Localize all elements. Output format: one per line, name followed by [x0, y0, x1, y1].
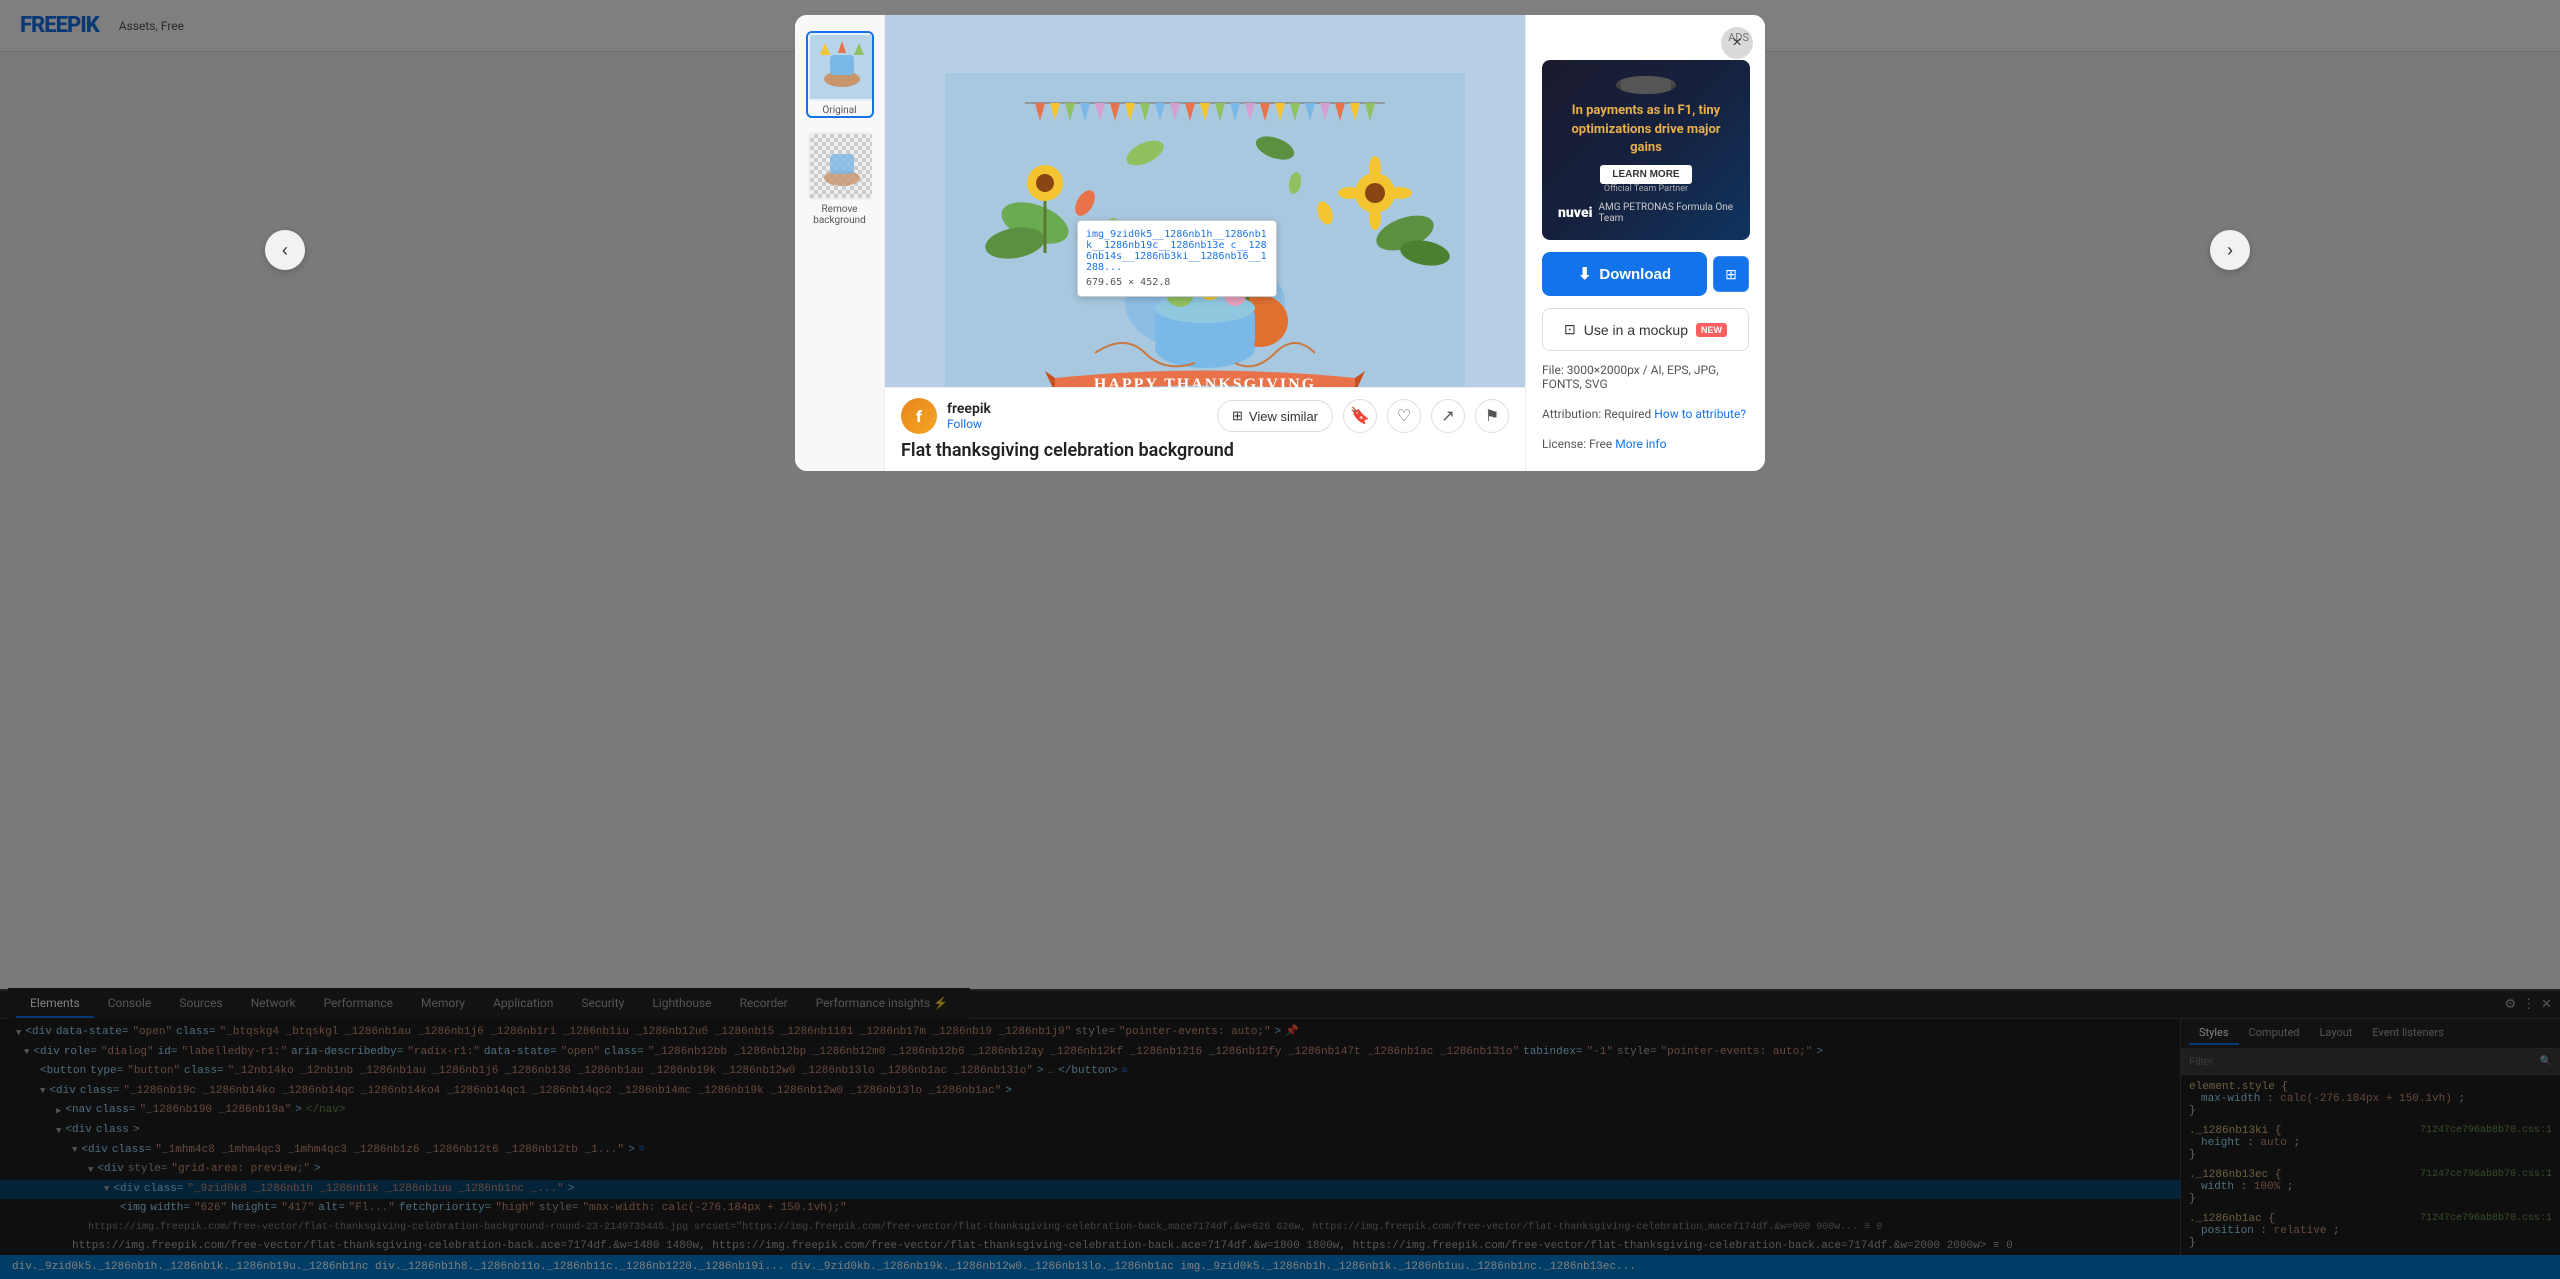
new-badge: NEW [1696, 323, 1727, 337]
download-icon: ⬇ [1578, 264, 1591, 284]
author-row: f freepik Follow ⊞ View similar 🔖 ♡ [901, 398, 1509, 434]
bottom-info-bar: f freepik Follow ⊞ View similar 🔖 ♡ [885, 387, 1525, 471]
tooltip-dimensions: 679.65 × 452.8 [1086, 277, 1268, 288]
thumbnail-remove-bg[interactable]: Remove background [806, 130, 874, 228]
next-arrow[interactable]: › [2210, 230, 2250, 270]
author-info: freepik Follow [947, 401, 991, 431]
download-label: Download [1599, 266, 1671, 283]
thumbnail-original-label: Original [808, 105, 872, 116]
ad-brand2: AMG PETRONAS Formula One Team [1598, 202, 1734, 224]
mockup-icon: ⊡ [1564, 321, 1576, 338]
mockup-button[interactable]: ⊡ Use in a mockup NEW [1542, 308, 1749, 351]
heart-icon: ♡ [1397, 406, 1411, 426]
license-link[interactable]: More info [1615, 437, 1666, 451]
author-name: freepik [947, 401, 991, 417]
heart-button[interactable]: ♡ [1387, 399, 1421, 433]
share-button[interactable]: ↗ [1431, 399, 1465, 433]
ads-label: ADS [1542, 31, 1749, 44]
modal-overlay: ‹ × [0, 0, 2560, 1279]
thumbnail-remove-bg-label: Remove background [808, 204, 872, 226]
image-title: Flat thanksgiving celebration background [901, 440, 1509, 461]
right-panel: ADS In payments as in F1, tiny optimizat… [1525, 15, 1765, 471]
tooltip-class: img_9zid0k5__1286nb1h__1286nb1k__1286nb1… [1086, 229, 1268, 273]
ad-logo-row: nuvei AMG PETRONAS Formula One Team [1558, 202, 1734, 224]
ad-headline: In payments as in F1, tiny optimizations… [1558, 102, 1734, 157]
view-similar-label: View similar [1249, 409, 1318, 424]
flag-icon: ⚑ [1485, 406, 1499, 426]
download-button[interactable]: ⬇ Download [1542, 252, 1707, 296]
original-preview-svg [810, 35, 874, 99]
grid-icon: ⊞ [1232, 408, 1243, 424]
remove-bg-preview-svg [810, 134, 874, 198]
modal-dialog: × [795, 15, 1765, 471]
license-info: License: Free More info [1542, 437, 1749, 451]
ad-banner[interactable]: In payments as in F1, tiny optimizations… [1542, 60, 1750, 240]
share-icon: ↗ [1441, 406, 1454, 426]
view-similar-button[interactable]: ⊞ View similar [1217, 400, 1333, 432]
ad-brand1: nuvei [1558, 205, 1592, 221]
flag-button[interactable]: ⚑ [1475, 399, 1509, 433]
attribution-link[interactable]: How to attribute? [1654, 407, 1746, 421]
ad-person-body [1621, 76, 1671, 94]
ad-learn-button[interactable]: LEARN MORE [1600, 165, 1691, 184]
thumbnail-remove-bg-img [808, 132, 874, 200]
ad-partner-label: Official Team Partner [1604, 184, 1688, 194]
file-info: File: 3000×2000px / AI, EPS, JPG, FONTS,… [1542, 363, 1749, 391]
prev-arrow[interactable]: ‹ [265, 230, 305, 270]
download-row: ⬇ Download ⊞ [1542, 252, 1749, 296]
thumbnail-original[interactable]: Original [806, 31, 874, 118]
follow-link[interactable]: Follow [947, 417, 991, 431]
close-button[interactable]: × [1721, 27, 1753, 59]
bookmark-icon: 🔖 [1350, 406, 1370, 426]
thumbnail-sidebar: Original [795, 15, 885, 471]
ad-person-img [1616, 76, 1676, 94]
bookmark-button[interactable]: 🔖 [1343, 399, 1377, 433]
download-extra-button[interactable]: ⊞ [1713, 256, 1749, 292]
author-avatar: f [901, 398, 937, 434]
mockup-label: Use in a mockup [1584, 322, 1688, 338]
thumbnail-original-img [808, 33, 874, 101]
attribution-info: Attribution: Required How to attribute? [1542, 407, 1749, 421]
hover-tooltip: img_9zid0k5__1286nb1h__1286nb1k__1286nb1… [1077, 220, 1277, 297]
